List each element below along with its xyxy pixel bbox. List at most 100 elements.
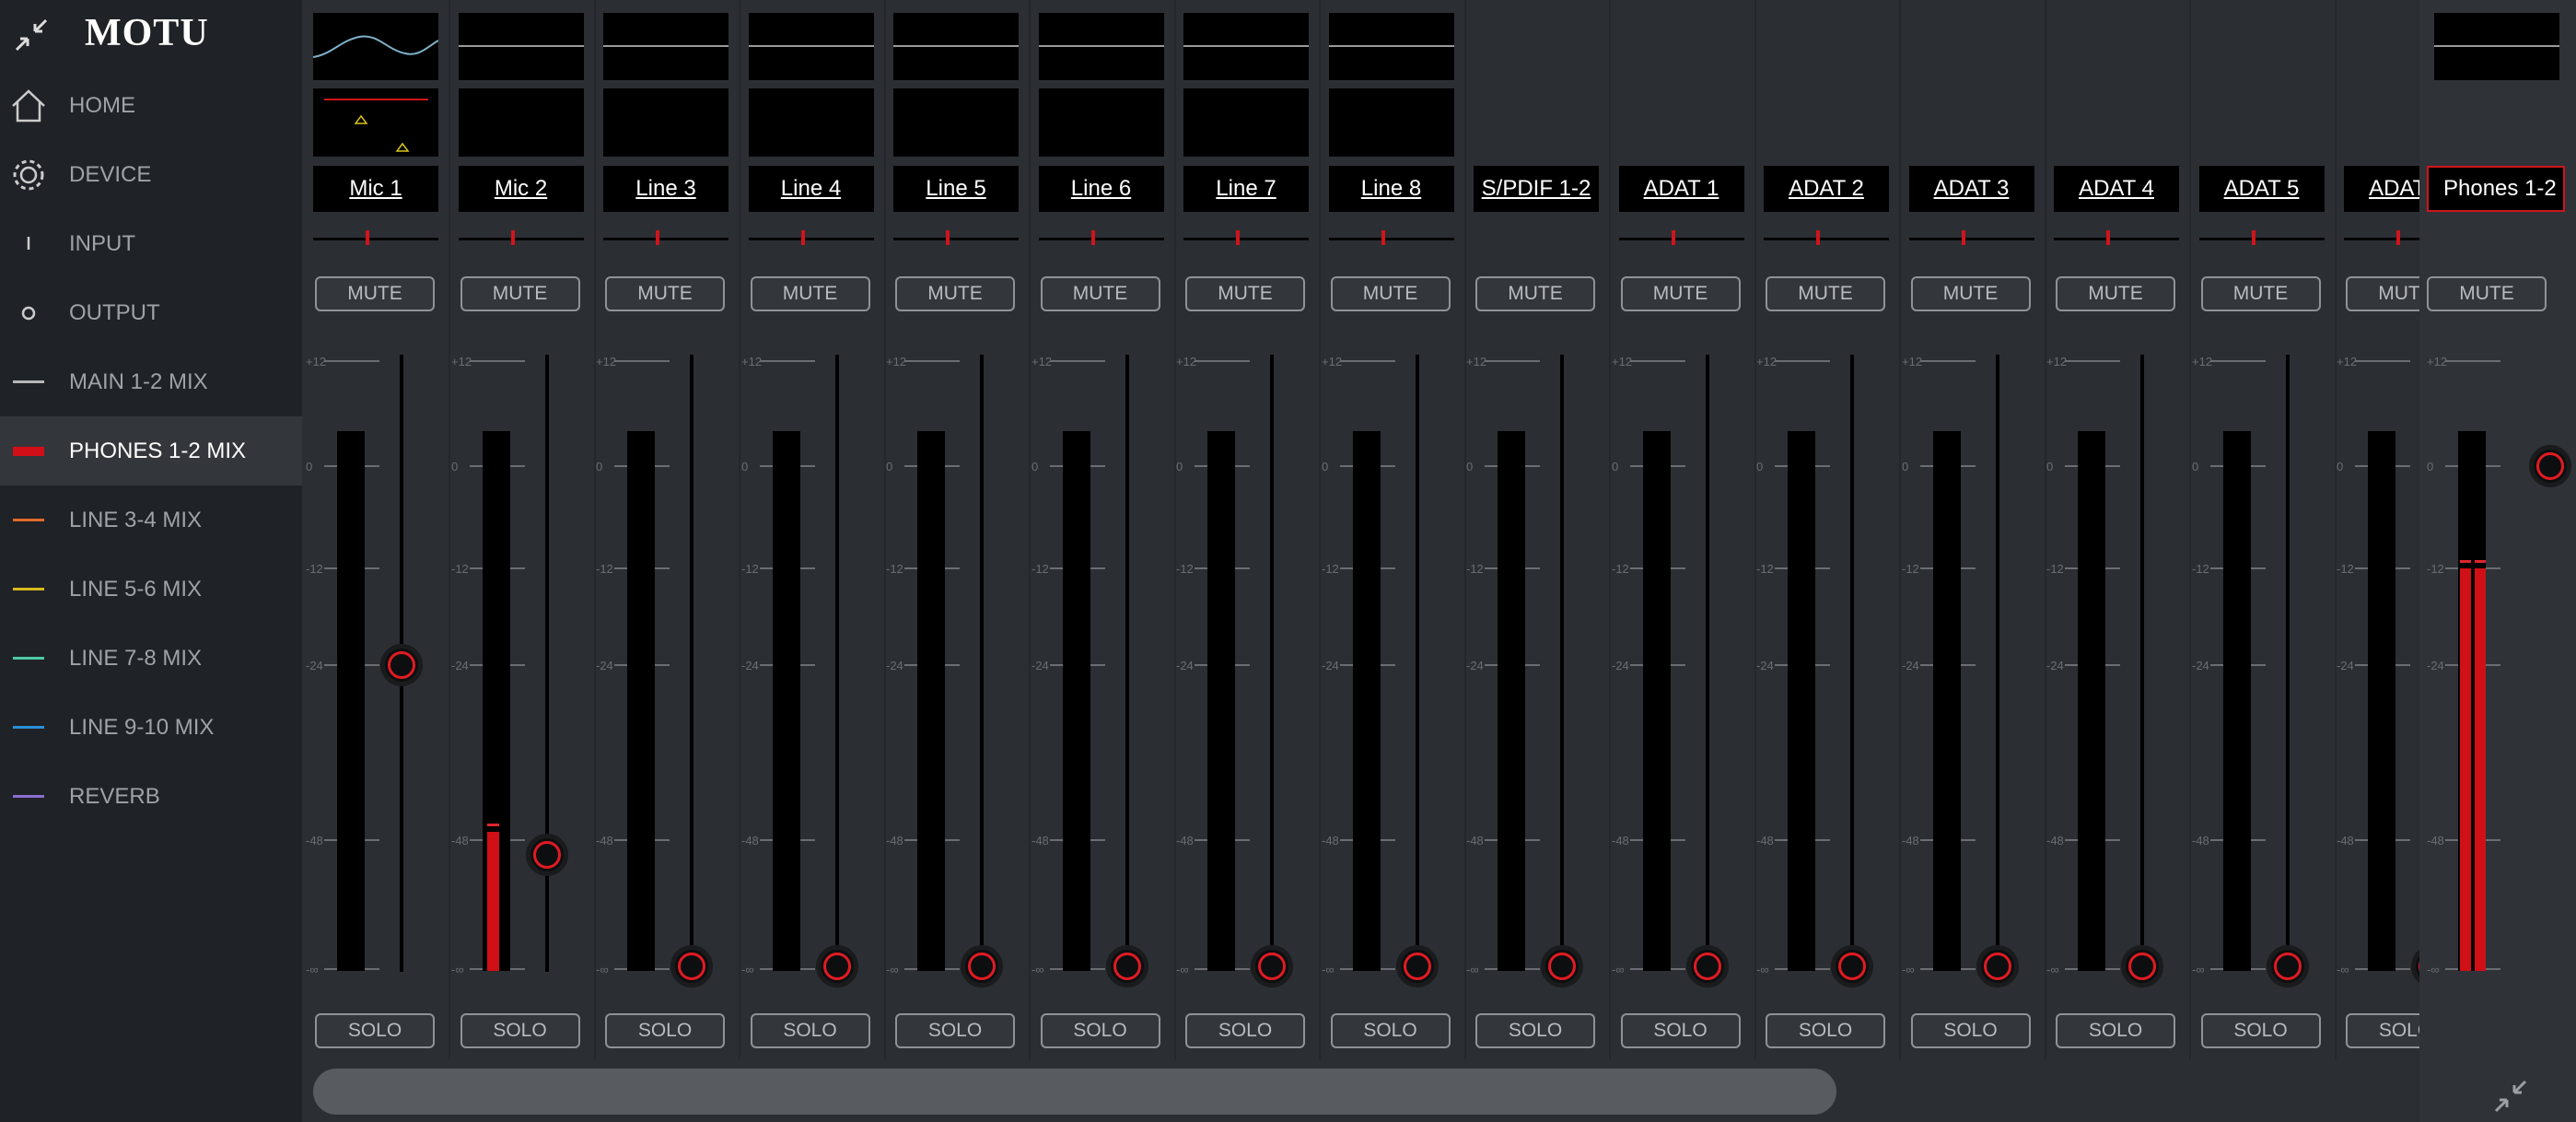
pan-knob[interactable] [2106, 230, 2110, 245]
pan-track[interactable] [1328, 238, 1454, 240]
solo-button[interactable]: SOLO [315, 1013, 435, 1048]
mute-button[interactable]: MUTE [895, 276, 1015, 311]
fader-knob[interactable] [670, 945, 713, 988]
fader-knob[interactable] [815, 945, 858, 988]
channel-name-button[interactable]: ADAT 5 [2198, 166, 2325, 212]
solo-button[interactable]: SOLO [895, 1013, 1015, 1048]
pan-knob[interactable] [2251, 230, 2255, 245]
mute-button[interactable]: MUTE [2427, 276, 2547, 311]
pan-knob[interactable] [800, 230, 805, 245]
channel-name-button[interactable]: Mic 2 [458, 166, 584, 212]
fader-knob[interactable] [2266, 945, 2309, 988]
fader-track[interactable] [1995, 355, 1999, 972]
pan-knob[interactable] [366, 230, 369, 245]
fader-knob[interactable] [2529, 445, 2571, 487]
fader-knob[interactable] [1976, 945, 2019, 988]
fader-knob[interactable] [1685, 945, 1729, 988]
mute-button[interactable]: MUTE [1330, 276, 1451, 311]
pan-track[interactable] [1764, 238, 1889, 240]
pan-knob[interactable] [1381, 230, 1385, 245]
mute-button[interactable]: MUTE [1185, 276, 1305, 311]
fader-track[interactable] [980, 355, 984, 972]
mute-button[interactable]: MUTE [1766, 276, 1885, 311]
fader-track[interactable] [1850, 355, 1854, 972]
fader-knob[interactable] [1395, 945, 1439, 988]
pan-knob[interactable] [946, 230, 950, 245]
pan-track[interactable] [2344, 238, 2419, 240]
solo-button[interactable]: SOLO [2346, 1013, 2419, 1048]
mute-button[interactable]: MUTE [605, 276, 725, 311]
pan-track[interactable] [1038, 238, 1164, 240]
pan-track[interactable] [603, 238, 729, 240]
sidebar-item-reverb[interactable]: REVERB [0, 762, 302, 831]
pan-knob[interactable] [1816, 230, 1820, 245]
expand-icon[interactable] [2492, 1078, 2529, 1115]
mute-button[interactable]: MUTE [460, 276, 580, 311]
channel-name-button[interactable]: S/PDIF 1-2 [1474, 166, 1599, 212]
fader-knob[interactable] [380, 644, 423, 686]
sidebar-item-output[interactable]: OUTPUT [0, 278, 302, 347]
fader-track[interactable] [1560, 355, 1564, 972]
horizontal-scrollbar[interactable] [304, 1064, 2419, 1122]
sidebar-item-main-1-2-mix[interactable]: MAIN 1-2 MIX [0, 347, 302, 416]
dynamics-preview[interactable] [1328, 88, 1454, 157]
dynamics-preview[interactable] [313, 88, 438, 157]
solo-button[interactable]: SOLO [1185, 1013, 1305, 1048]
fader-knob[interactable] [525, 834, 568, 877]
dynamics-preview[interactable] [458, 88, 584, 157]
mute-button[interactable]: MUTE [1910, 276, 2031, 311]
sidebar-item-line-3-4-mix[interactable]: LINE 3-4 MIX [0, 485, 302, 555]
pan-track[interactable] [313, 238, 438, 240]
solo-button[interactable]: SOLO [1330, 1013, 1451, 1048]
pan-track[interactable] [893, 238, 1019, 240]
dynamics-preview[interactable] [1038, 88, 1164, 157]
mute-button[interactable]: MUTE [1475, 276, 1595, 311]
pan-track[interactable] [2198, 238, 2325, 240]
solo-button[interactable]: SOLO [1040, 1013, 1160, 1048]
dynamics-preview[interactable] [748, 88, 874, 157]
sidebar-item-line-5-6-mix[interactable]: LINE 5-6 MIX [0, 555, 302, 624]
channel-name-button[interactable]: Line 7 [1183, 166, 1309, 212]
fader-track[interactable] [1270, 355, 1274, 972]
sidebar-item-home[interactable]: HOME [0, 71, 302, 140]
fader-knob[interactable] [1105, 945, 1148, 988]
channel-name-button[interactable]: Mic 1 [313, 166, 438, 212]
pan-knob[interactable] [1090, 230, 1095, 245]
channel-name-button[interactable]: Line 3 [603, 166, 729, 212]
scroll-thumb[interactable] [313, 1069, 1836, 1115]
fader-track[interactable] [690, 355, 694, 972]
eq-preview[interactable] [458, 13, 584, 80]
solo-button[interactable]: SOLO [2056, 1013, 2175, 1048]
pan-knob[interactable] [2396, 230, 2400, 245]
pan-knob[interactable] [656, 230, 659, 245]
channel-name-button[interactable]: Line 5 [893, 166, 1019, 212]
pan-track[interactable] [1908, 238, 2034, 240]
fader-track[interactable] [2140, 355, 2144, 972]
mute-button[interactable]: MUTE [2056, 276, 2175, 311]
fader-knob[interactable] [961, 945, 1003, 988]
sidebar-item-device[interactable]: DEVICE [0, 140, 302, 209]
fader-knob[interactable] [1541, 945, 1583, 988]
fader-track[interactable] [1705, 355, 1709, 972]
channel-name-button[interactable]: Line 8 [1328, 166, 1454, 212]
solo-button[interactable]: SOLO [1475, 1013, 1595, 1048]
channel-name-button[interactable]: ADAT 2 [1764, 166, 1889, 212]
channel-name-button[interactable]: ADAT 3 [1908, 166, 2034, 212]
pan-knob[interactable] [510, 230, 515, 245]
fader-knob[interactable] [1831, 945, 1873, 988]
channel-name-button[interactable]: Line 4 [748, 166, 874, 212]
sidebar-item-phones-1-2-mix[interactable]: PHONES 1-2 MIX [0, 416, 302, 485]
eq-preview[interactable] [893, 13, 1019, 80]
solo-button[interactable]: SOLO [750, 1013, 870, 1048]
solo-button[interactable]: SOLO [1766, 1013, 1885, 1048]
sidebar-item-line-7-8-mix[interactable]: LINE 7-8 MIX [0, 624, 302, 693]
mute-button[interactable]: MUTE [2200, 276, 2321, 311]
fader-track[interactable] [834, 355, 839, 972]
eq-preview[interactable] [2434, 13, 2559, 80]
mute-button[interactable]: MUTE [315, 276, 435, 311]
sidebar-item-line-9-10-mix[interactable]: LINE 9-10 MIX [0, 693, 302, 762]
eq-preview[interactable] [1183, 13, 1309, 80]
pan-knob[interactable] [1236, 230, 1240, 245]
mute-button[interactable]: MUTE [2346, 276, 2419, 311]
mute-button[interactable]: MUTE [750, 276, 870, 311]
